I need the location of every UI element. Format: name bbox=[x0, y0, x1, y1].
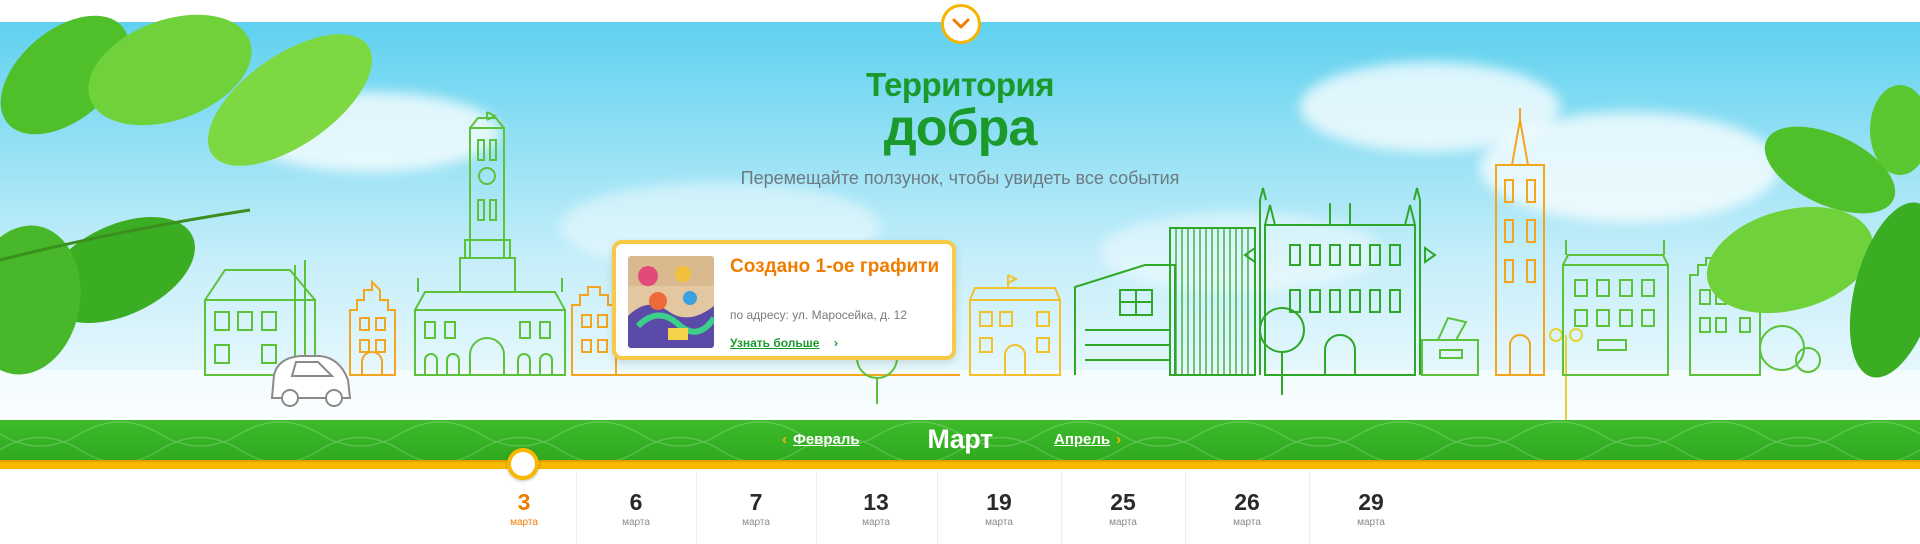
date-month: марта bbox=[985, 517, 1013, 528]
expand-toggle-button[interactable] bbox=[941, 4, 981, 44]
date-item[interactable]: 19 марта bbox=[939, 471, 1059, 544]
date-day: 25 bbox=[1110, 489, 1136, 515]
city-skyline-illustration bbox=[0, 14, 1920, 425]
timeline-slider-track[interactable] bbox=[0, 460, 1920, 469]
month-prev-button[interactable]: ‹ Февраль bbox=[782, 431, 860, 448]
timeline-slider-handle[interactable] bbox=[507, 448, 539, 480]
date-divider bbox=[1309, 471, 1310, 544]
date-day: 13 bbox=[863, 489, 889, 515]
event-address: по адресу: ул. Маросейка, д. 12 bbox=[730, 308, 908, 322]
date-divider bbox=[696, 471, 697, 544]
date-item[interactable]: 13 марта bbox=[818, 471, 934, 544]
page: Территория добра Перемещайте ползунок, ч… bbox=[0, 0, 1920, 544]
date-month: марта bbox=[862, 517, 890, 528]
event-more-link[interactable]: Узнать больше bbox=[730, 336, 819, 350]
ornament-pattern bbox=[0, 421, 1920, 464]
date-month: марта bbox=[1357, 517, 1385, 528]
date-item[interactable]: 6 марта bbox=[578, 471, 694, 544]
date-item[interactable]: 3 марта bbox=[475, 471, 573, 544]
date-strip: 3 марта 6 марта 7 марта 13 марта 19 март… bbox=[0, 471, 1920, 544]
date-month: марта bbox=[1109, 517, 1137, 528]
date-month: марта bbox=[510, 517, 538, 528]
month-next-label: Апрель bbox=[1054, 431, 1111, 448]
chevron-down-icon bbox=[952, 18, 970, 29]
date-day: 19 bbox=[986, 489, 1012, 515]
date-day: 7 bbox=[749, 489, 763, 515]
date-month: марта bbox=[622, 517, 650, 528]
month-prev-label: Февраль bbox=[793, 431, 860, 448]
date-divider bbox=[937, 471, 938, 544]
event-title: Создано 1-ое графити bbox=[730, 256, 940, 277]
date-divider bbox=[1185, 471, 1186, 544]
date-day: 3 bbox=[517, 489, 531, 515]
date-item[interactable]: 25 марта bbox=[1063, 471, 1183, 544]
chevron-left-icon: ‹ bbox=[782, 431, 787, 448]
date-item[interactable]: 7 марта bbox=[698, 471, 814, 544]
graffiti-thumbnail-icon bbox=[628, 256, 714, 348]
date-item[interactable]: 29 марта bbox=[1311, 471, 1431, 544]
date-day: 29 bbox=[1358, 489, 1384, 515]
month-next-button[interactable]: Апрель › bbox=[1054, 431, 1121, 448]
date-day: 6 bbox=[629, 489, 643, 515]
event-graffiti-image[interactable] bbox=[628, 256, 714, 348]
date-day: 26 bbox=[1234, 489, 1260, 515]
date-divider bbox=[576, 471, 577, 544]
date-divider bbox=[1061, 471, 1062, 544]
event-card[interactable]: Создано 1-ое графити по адресу: ул. Маро… bbox=[612, 240, 956, 360]
date-month: марта bbox=[1233, 517, 1261, 528]
date-divider bbox=[816, 471, 817, 544]
date-item[interactable]: 26 марта bbox=[1187, 471, 1307, 544]
chevron-right-icon: › bbox=[834, 336, 838, 350]
month-navigation-bar bbox=[0, 420, 1920, 464]
chevron-right-icon: › bbox=[1116, 431, 1122, 448]
date-month: марта bbox=[742, 517, 770, 528]
